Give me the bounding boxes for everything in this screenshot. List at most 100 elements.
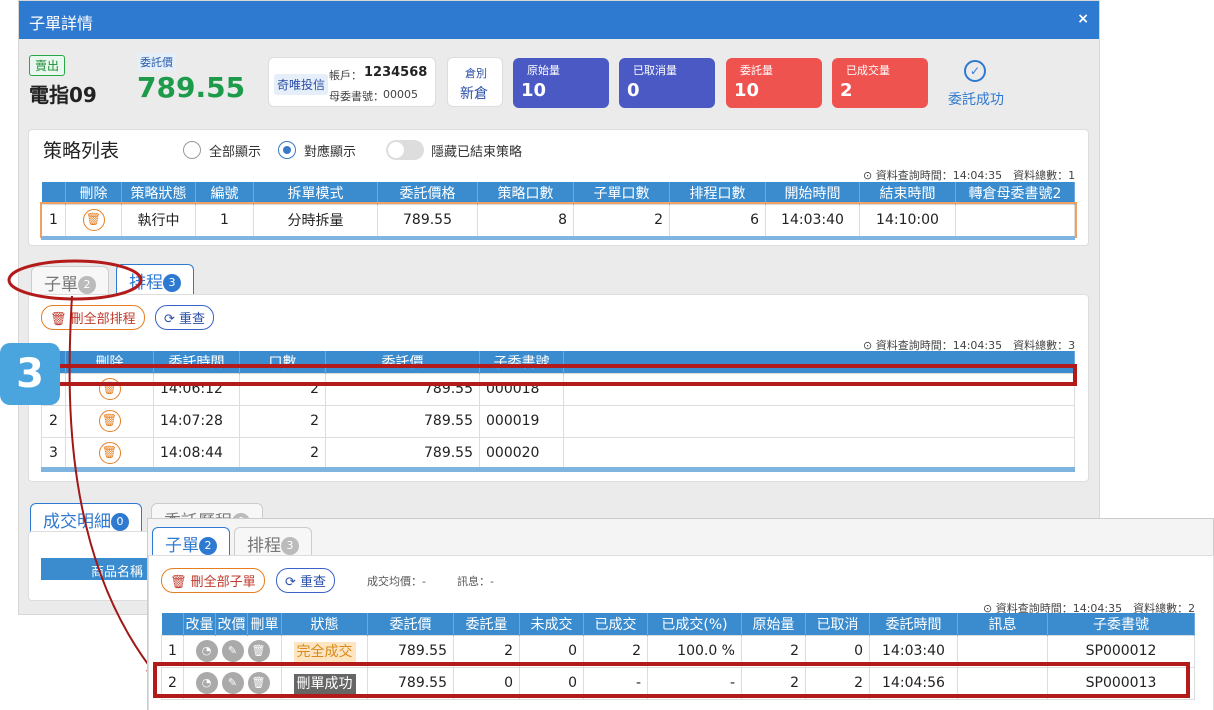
col-delete: 刪單 <box>247 613 282 635</box>
col-status: 狀態 <box>281 613 368 635</box>
col-price: 委託價格 <box>377 182 478 204</box>
col-time: 委託時間 <box>869 613 958 635</box>
status-badge: 完全成交 <box>293 642 356 662</box>
cell-start: 14:03:40 <box>765 203 860 237</box>
col-filled: 已成交 <box>583 613 648 635</box>
stat-label: 原始量 <box>527 64 560 77</box>
tab-child-orders[interactable]: 子單 2 <box>152 527 230 558</box>
tab-badge: 2 <box>199 537 217 555</box>
col-start: 開始時間 <box>765 182 860 204</box>
cell-price: 789.55 <box>325 436 480 470</box>
stat-cancelled-qty: 已取消量 0 <box>619 58 715 108</box>
col-child-lots: 子單口數 <box>573 182 670 204</box>
requery-button[interactable]: ⟳ 重查 <box>276 568 336 593</box>
cell-time: 14:08:44 <box>153 436 240 470</box>
cell-no: 1 <box>195 203 254 237</box>
tab-child-orders[interactable]: 子單 2 <box>31 266 109 297</box>
child-order-header-row: 改量 改價 刪單 狀態 委託價 委託量 未成交 已成交 已成交(%) 原始量 已… <box>161 613 1195 635</box>
message-label: 訊息：- <box>457 575 494 588</box>
stat-label: 已成交量 <box>846 64 890 77</box>
cell-index: 3 <box>41 436 66 470</box>
cell-time: 14:07:28 <box>153 404 240 438</box>
radio-all[interactable] <box>183 141 201 159</box>
trash-icon[interactable]: 🗑 <box>98 442 121 464</box>
stat-order-qty: 委託量 10 <box>726 58 822 108</box>
col-unfilled: 未成交 <box>519 613 584 635</box>
col-modify-price: 改價 <box>215 613 248 635</box>
strategy-query-text: 資料查詢時間：14:04:35 資料總數：1 <box>875 169 1076 182</box>
position-label: 倉別 <box>465 67 487 80</box>
strategy-header-row: 刪除 策略狀態 編號 拆單模式 委託價格 策略口數 子單口數 排程口數 開始時間… <box>41 182 1075 204</box>
gauge-icon[interactable]: ◔ <box>195 640 218 662</box>
trash-icon[interactable]: 🗑 <box>82 209 105 231</box>
col-status: 策略狀態 <box>121 182 196 204</box>
table-footer-bar <box>41 236 1075 240</box>
stat-label: 委託量 <box>740 64 773 77</box>
account-number: 1234568 <box>364 65 428 80</box>
table-footer-bar <box>41 467 1075 472</box>
col-sched-lots: 排程口數 <box>669 182 766 204</box>
radio-match-label: 對應顯示 <box>304 145 357 160</box>
product-name: 電指09 <box>29 83 97 107</box>
table-row[interactable]: 1 🗑 執行中 1 分時拆量 789.55 8 2 6 14:03:40 14:… <box>39 202 1077 238</box>
cell-index: 1 <box>41 203 66 237</box>
radio-match[interactable] <box>278 141 296 159</box>
order-price: 789.55 <box>137 71 246 104</box>
strategy-table: 刪除 策略狀態 編號 拆單模式 委託價格 策略口數 子單口數 排程口數 開始時間… <box>39 182 1077 238</box>
cell-lots: 2 <box>239 436 326 470</box>
cell-lots: 8 <box>477 203 574 237</box>
broker-name: 奇唯投信 <box>274 74 329 95</box>
trash-icon[interactable]: 🗑 <box>247 640 270 662</box>
table-row[interactable]: 3 🗑 14:08:44 2 789.55 000020 <box>41 436 1075 470</box>
cell-delete: 🗑 <box>65 436 154 470</box>
cell-delete: 🗑 <box>65 203 122 237</box>
dialog-header: 子單詳情 × <box>19 1 1099 39</box>
col-lots: 策略口數 <box>477 182 574 204</box>
highlight-box-row <box>53 364 1077 386</box>
col-index <box>161 613 184 635</box>
col-end: 結束時間 <box>859 182 956 204</box>
col-qty: 委託量 <box>453 613 520 635</box>
cell-parent2 <box>955 203 1075 237</box>
cell-index: 2 <box>41 404 66 438</box>
cell-delete: 🗑 <box>65 404 154 438</box>
button-label: 重查 <box>300 575 327 590</box>
col-child-no: 子委書號 <box>1047 613 1195 635</box>
delete-all-schedule-button[interactable]: 🗑 刪全部排程 <box>41 305 145 330</box>
hide-ended-toggle[interactable] <box>386 140 424 160</box>
highlight-box-deleted-row <box>153 662 1190 698</box>
strategy-title: 策略列表 <box>43 140 120 162</box>
table-row[interactable]: 2 🗑 14:07:28 2 789.55 000019 <box>41 404 1075 438</box>
radio-all-label: 全部顯示 <box>209 145 262 160</box>
button-label: 刪全部子單 <box>190 575 256 590</box>
button-label: 重查 <box>179 312 206 327</box>
parent-no-label: 母委書號： <box>329 90 384 103</box>
tab-schedule[interactable]: 排程 3 <box>234 527 312 558</box>
delete-all-child-button[interactable]: 🗑 刪全部子單 <box>161 568 265 593</box>
tab-label: 子單 <box>44 275 78 295</box>
account-label: 帳戶： <box>329 69 362 82</box>
trash-icon[interactable]: 🗑 <box>98 410 121 432</box>
col-parent2: 轉倉母委書號2 <box>955 182 1075 204</box>
col-product: 商品名稱 <box>91 565 144 580</box>
cell-spacer <box>563 404 1075 438</box>
tab-badge: 2 <box>78 276 96 294</box>
price-label: 委託價 <box>137 53 176 71</box>
stat-original-qty: 原始量 10 <box>513 58 609 108</box>
stat-value: 10 <box>734 80 760 101</box>
col-delete: 刪除 <box>65 182 122 204</box>
gavel-icon[interactable]: ✎ <box>221 640 244 662</box>
parent-no: 00005 <box>383 88 418 101</box>
requery-button[interactable]: ⟳ 重查 <box>155 305 215 330</box>
tab-schedule[interactable]: 排程 3 <box>116 264 194 295</box>
col-mode: 拆單模式 <box>253 182 378 204</box>
stat-value: 0 <box>627 80 640 101</box>
col-filled-pct: 已成交(%) <box>647 613 742 635</box>
stat-value: 2 <box>840 80 853 101</box>
col-modify-qty: 改量 <box>183 613 216 635</box>
stat-label: 已取消量 <box>633 64 677 77</box>
cell-mode: 分時拆量 <box>253 203 378 237</box>
close-icon[interactable]: × <box>1077 11 1089 27</box>
tab-deal-details[interactable]: 成交明細 0 <box>30 503 142 534</box>
schedule-panel: 🗑 刪全部排程 ⟳ 重查 ⊙ 資料查詢時間：14:04:35 資料總數：3 刪除… <box>28 294 1089 482</box>
